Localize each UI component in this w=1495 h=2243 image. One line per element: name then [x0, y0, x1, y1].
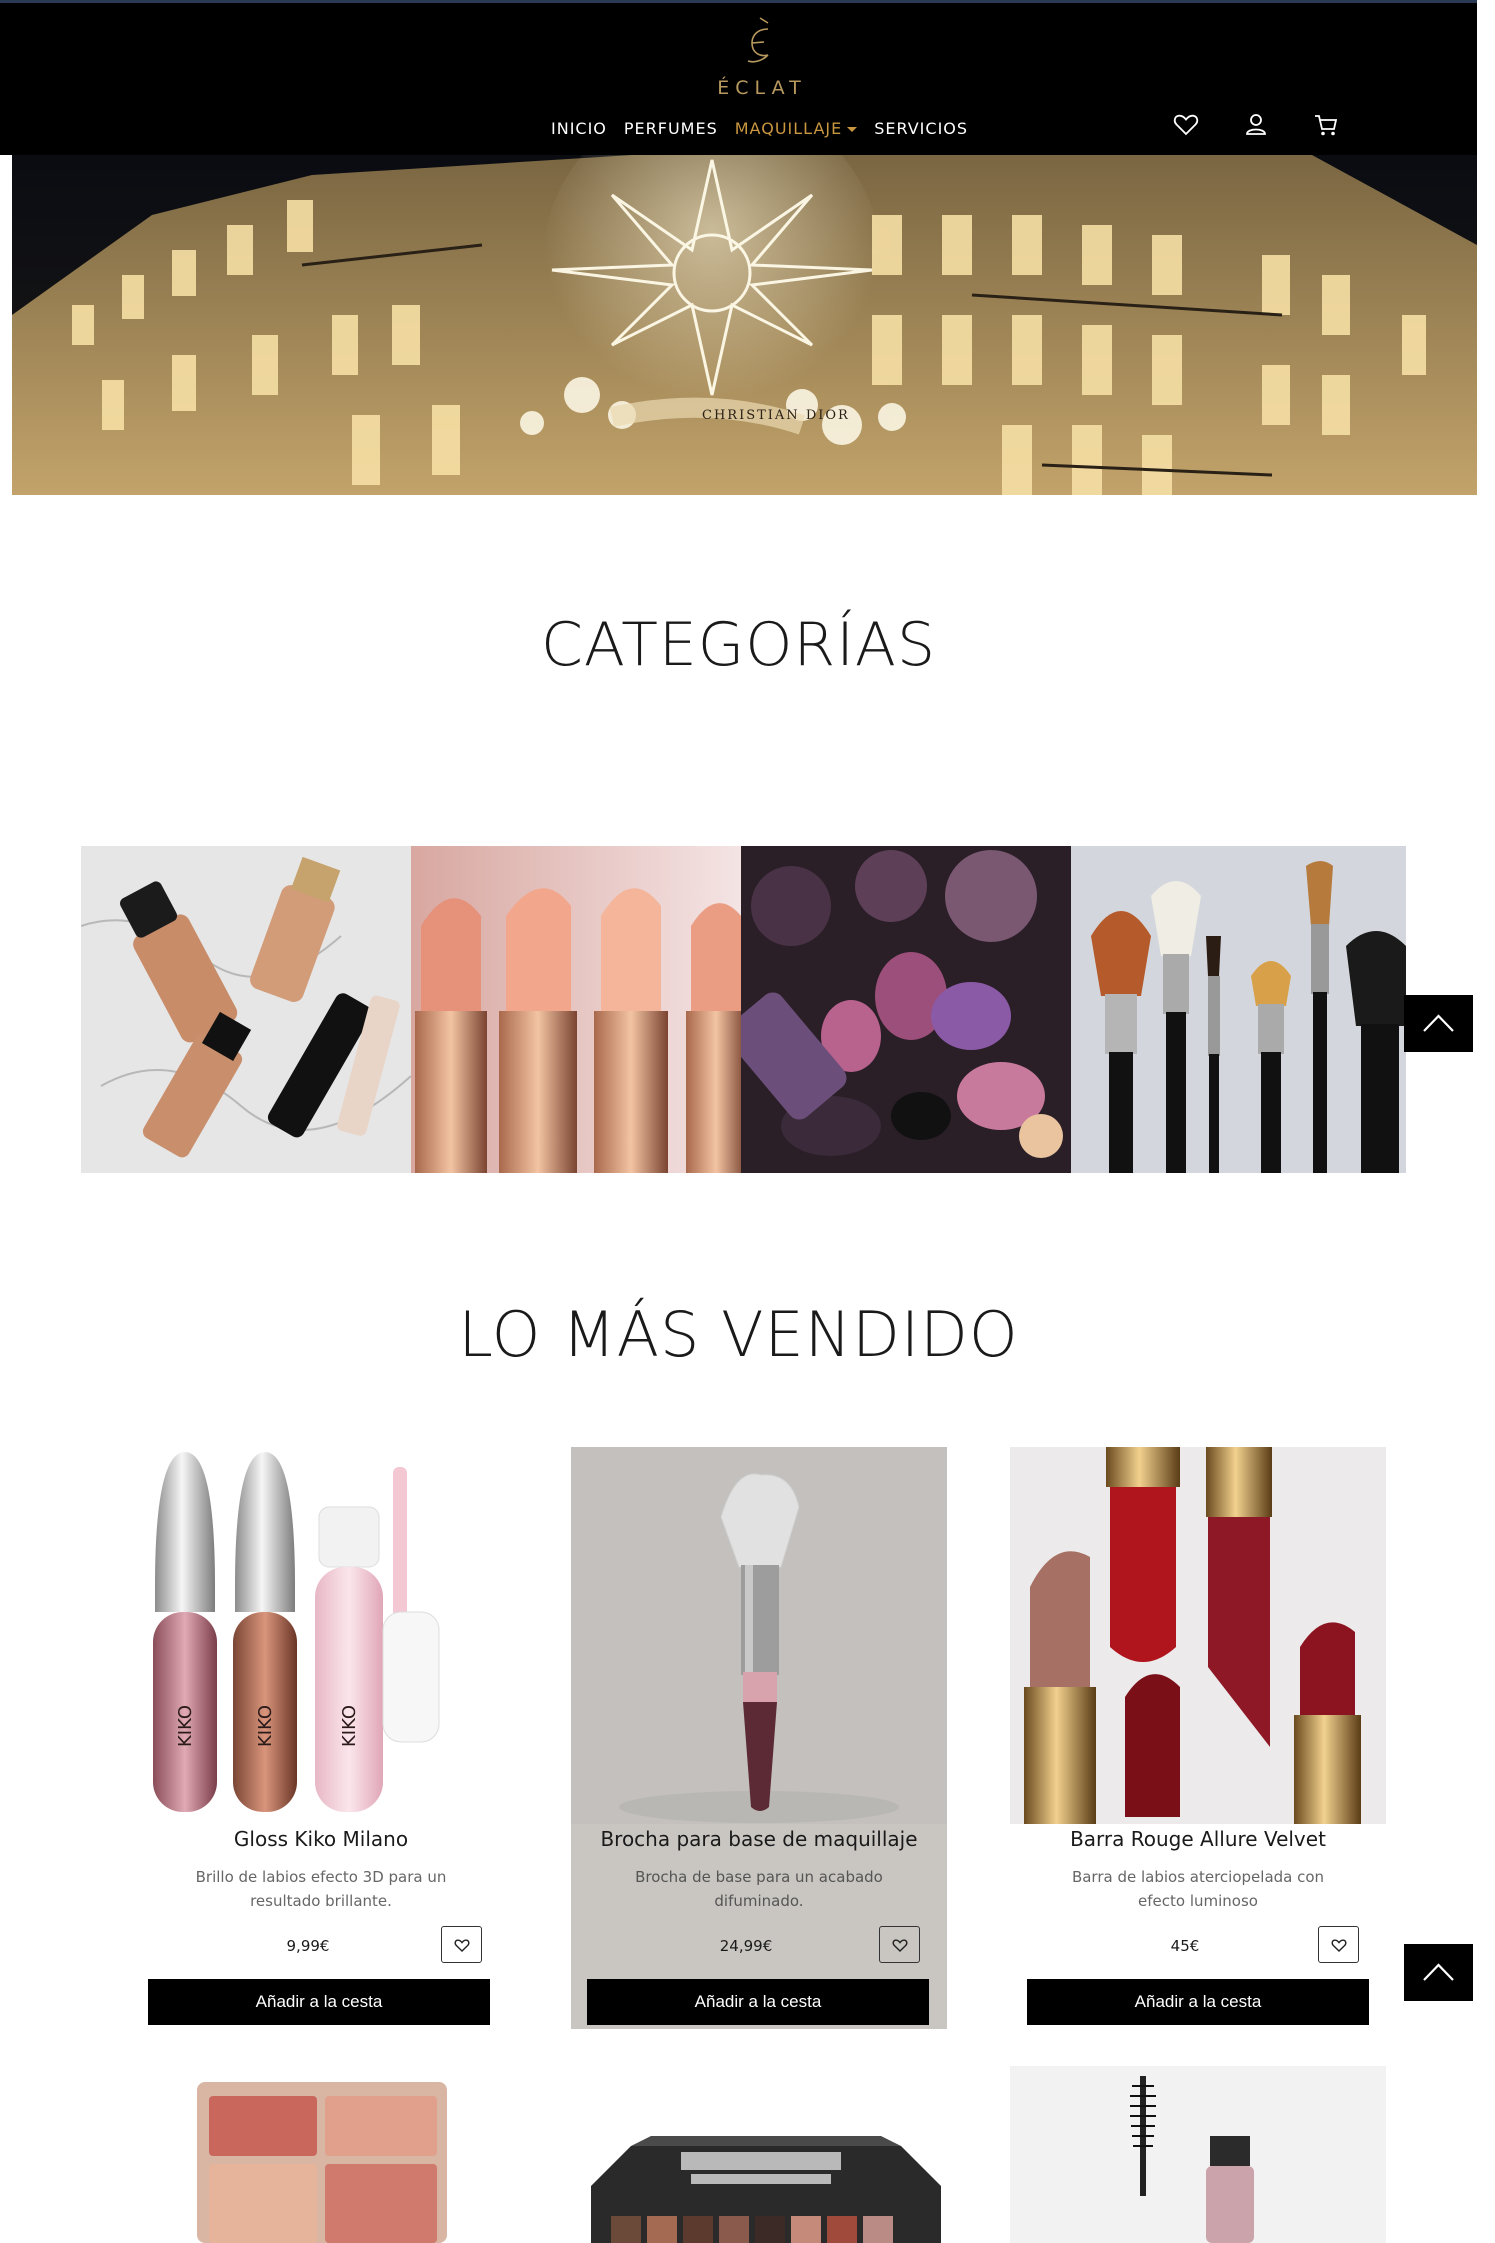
- product-price: 45€: [1170, 1937, 1200, 1955]
- product-card: [133, 2066, 509, 2243]
- product-image-gloss[interactable]: KIKO KIKO KIKO: [133, 1447, 509, 1824]
- product-card: [571, 2066, 947, 2243]
- nav-servicios[interactable]: SERVICIOS: [874, 119, 968, 138]
- site-header: ÉCLAT INICIO PERFUMES MAQUILLAJE SERVICI…: [0, 0, 1477, 155]
- product-card: KIKO KIKO KIKO Gloss Kiko Milano Brillo …: [133, 1447, 509, 2029]
- category-tile-lipstick[interactable]: [411, 846, 741, 1173]
- add-to-cart-button[interactable]: Añadir a la cesta: [1027, 1979, 1369, 2025]
- product-name[interactable]: Barra Rouge Allure Velvet: [1010, 1827, 1386, 1851]
- product-image-rouge[interactable]: [1010, 1447, 1386, 1824]
- product-name[interactable]: Gloss Kiko Milano: [133, 1827, 509, 1851]
- scroll-top-button[interactable]: [1404, 1944, 1473, 2001]
- product-card: [1010, 2066, 1386, 2243]
- hero-sign-text: CHRISTIAN DIOR: [702, 408, 850, 423]
- cart-icon[interactable]: [1312, 111, 1340, 139]
- product-image-mascara[interactable]: [1010, 2066, 1386, 2243]
- chevron-up-icon: [1423, 1963, 1454, 1981]
- eclat-logo-icon[interactable]: [738, 17, 784, 69]
- product-image-blush-palette[interactable]: [133, 2066, 509, 2243]
- add-to-cart-button[interactable]: Añadir a la cesta: [587, 1979, 929, 2025]
- add-to-favorites-button[interactable]: [1318, 1926, 1359, 1963]
- product-price: 24,99€: [719, 1937, 773, 1955]
- nav-maquillaje[interactable]: MAQUILLAJE: [734, 119, 858, 138]
- svg-text:KIKO: KIKO: [175, 1705, 196, 1747]
- category-carousel: [81, 846, 1406, 1173]
- product-description: Barra de labios aterciopelada con efecto…: [1071, 1868, 1325, 1910]
- heart-icon: [892, 1939, 908, 1952]
- add-to-favorites-button[interactable]: [879, 1926, 920, 1963]
- product-description: Brocha de base para un acabado difuminad…: [635, 1868, 883, 1910]
- user-icon[interactable]: [1242, 111, 1270, 139]
- category-tile-foundation[interactable]: [81, 846, 411, 1173]
- bestsellers-title: LO MÁS VENDIDO: [458, 1298, 1019, 1371]
- add-to-favorites-button[interactable]: [441, 1926, 482, 1963]
- product-price: 9,99€: [286, 1937, 330, 1955]
- add-to-cart-button[interactable]: Añadir a la cesta: [148, 1979, 490, 2025]
- svg-text:KIKO: KIKO: [255, 1705, 276, 1747]
- hero-banner: CHRISTIAN DIOR: [12, 155, 1477, 495]
- svg-text:KIKO: KIKO: [339, 1705, 360, 1747]
- product-card: Brocha para base de maquillaje Brocha de…: [571, 1447, 947, 2029]
- heart-icon[interactable]: [1172, 111, 1200, 139]
- hero-image: CHRISTIAN DIOR: [12, 155, 1477, 495]
- heart-icon: [454, 1939, 470, 1952]
- product-description: Brillo de labios efecto 3D para un resul…: [195, 1868, 447, 1910]
- heart-icon: [1331, 1939, 1347, 1952]
- product-image-brush[interactable]: [571, 1447, 947, 1824]
- chevron-up-icon: [1423, 1014, 1454, 1032]
- product-card: Barra Rouge Allure Velvet Barra de labio…: [1010, 1447, 1386, 2029]
- caret-down-icon: [847, 127, 858, 132]
- nav-inicio[interactable]: INICIO: [551, 119, 607, 138]
- nav-maquillaje-label: MAQUILLAJE: [734, 119, 843, 138]
- brand-name[interactable]: ÉCLAT: [700, 77, 824, 99]
- scroll-top-button[interactable]: [1404, 995, 1473, 1052]
- main-nav: INICIO PERFUMES MAQUILLAJE SERVICIOS: [551, 119, 985, 138]
- product-name[interactable]: Brocha para base de maquillaje: [571, 1827, 947, 1851]
- category-tile-brushes[interactable]: [1071, 846, 1406, 1173]
- category-tile-eyeshadow[interactable]: [741, 846, 1071, 1173]
- categories-title: CATEGORÍAS: [540, 610, 937, 680]
- nav-perfumes[interactable]: PERFUMES: [624, 119, 718, 138]
- product-image-grunge-palette[interactable]: [571, 2066, 947, 2243]
